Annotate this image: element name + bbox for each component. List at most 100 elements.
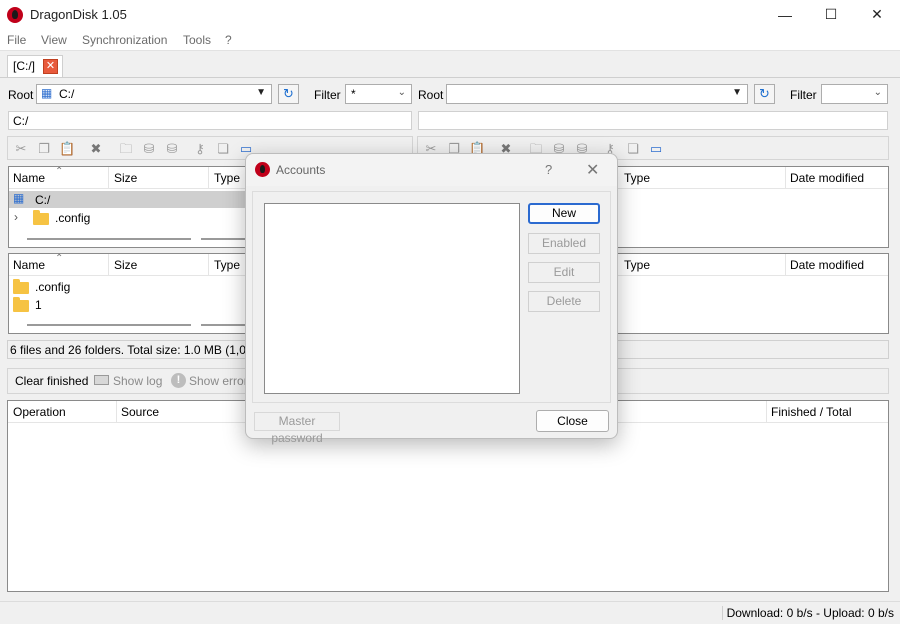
- menu-synchronization[interactable]: Synchronization: [82, 33, 167, 47]
- column-type[interactable]: Type: [214, 171, 240, 185]
- right-refresh-button[interactable]: ↻: [754, 84, 775, 104]
- column-date-modified[interactable]: Date modified: [790, 258, 864, 272]
- tab-close-icon[interactable]: ✕: [43, 59, 58, 74]
- column-separator: [785, 167, 786, 189]
- menu-file[interactable]: File: [7, 33, 26, 47]
- tab-c-drive[interactable]: [C:/] ✕: [7, 55, 63, 77]
- copy-icon[interactable]: ❐: [36, 141, 52, 157]
- sort-up-icon: ⌃: [55, 166, 64, 177]
- chevron-down-icon: ▼: [732, 87, 742, 98]
- folder-icon: [13, 297, 29, 312]
- column-separator: [766, 401, 767, 423]
- menu-help[interactable]: ?: [225, 33, 232, 47]
- accounts-group: New Enabled Edit Delete: [252, 191, 611, 403]
- column-separator: [116, 401, 117, 423]
- menu-tools[interactable]: Tools: [183, 33, 211, 47]
- title-bar: DragonDisk 1.05 — ☐ ✕: [0, 0, 900, 29]
- log-icon: [94, 375, 109, 385]
- maximize-button[interactable]: ☐: [808, 0, 854, 29]
- master-password-button[interactable]: Master password: [254, 412, 340, 445]
- window-icon[interactable]: ▭: [648, 141, 664, 157]
- show-error-button[interactable]: Show error: [189, 374, 248, 388]
- properties-icon[interactable]: ❏: [215, 141, 231, 157]
- tab-label: [C:/]: [13, 59, 36, 73]
- dragon-logo-icon: [7, 7, 23, 23]
- left-filter-select[interactable]: * ⌄: [345, 84, 412, 104]
- folder-icon: [13, 279, 29, 294]
- column-source[interactable]: Source: [121, 405, 159, 419]
- column-name[interactable]: Name: [13, 258, 45, 272]
- right-root-select[interactable]: ▼: [446, 84, 748, 104]
- chevron-down-icon: ⌄: [873, 87, 882, 98]
- left-filter-label: Filter: [314, 88, 341, 102]
- column-type[interactable]: Type: [624, 171, 650, 185]
- column-type[interactable]: Type: [214, 258, 240, 272]
- show-log-button[interactable]: Show log: [113, 374, 162, 388]
- close-window-button[interactable]: ✕: [854, 0, 900, 29]
- dialog-title: Accounts: [276, 163, 326, 177]
- dragon-logo-icon: [255, 162, 270, 177]
- clear-finished-button[interactable]: Clear finished: [15, 374, 88, 388]
- folder-icon: [33, 210, 49, 225]
- list-item-label: 1: [35, 298, 42, 312]
- bucket-icon[interactable]: ⛁: [141, 141, 157, 157]
- column-type[interactable]: Type: [624, 258, 650, 272]
- column-separator: [785, 254, 786, 276]
- column-finished-total[interactable]: Finished / Total: [771, 405, 852, 419]
- help-icon[interactable]: ?: [545, 162, 552, 177]
- delete-button[interactable]: Delete: [528, 291, 600, 312]
- column-separator: [108, 254, 109, 276]
- left-path-field[interactable]: C:/: [8, 111, 412, 130]
- folder-info-text: 6 files and 26 folders. Total size: 1.0 …: [10, 343, 270, 357]
- menu-bar: File View Synchronization Tools ?: [0, 29, 900, 51]
- right-filter-label: Filter: [790, 88, 817, 102]
- tab-divider: [0, 77, 900, 78]
- menu-view[interactable]: View: [41, 33, 67, 47]
- edit-button[interactable]: Edit: [528, 262, 600, 283]
- column-date-modified[interactable]: Date modified: [790, 171, 864, 185]
- tree-row-label: C:/: [35, 193, 51, 207]
- horizontal-scrollbar-track: [201, 238, 251, 240]
- accounts-list[interactable]: [264, 203, 520, 394]
- right-path-field[interactable]: [418, 111, 888, 130]
- expand-arrow-icon[interactable]: ›: [14, 210, 18, 224]
- close-button[interactable]: Close: [536, 410, 609, 432]
- accounts-dialog: Accounts ? ✕ New Enabled Edit Delete Mas…: [245, 153, 618, 445]
- left-root-value: C:/: [59, 87, 75, 101]
- bucket-settings-icon[interactable]: ⛁: [164, 141, 180, 157]
- left-root-label: Root: [8, 88, 34, 102]
- column-name[interactable]: Name: [13, 171, 45, 185]
- column-separator: [108, 167, 109, 189]
- chevron-down-icon: ▼: [256, 87, 266, 98]
- delete-icon[interactable]: ✖: [88, 141, 104, 157]
- right-root-label: Root: [418, 88, 444, 102]
- drive-icon: ▦: [41, 86, 53, 100]
- enabled-button[interactable]: Enabled: [528, 233, 600, 254]
- window-title: DragonDisk 1.05: [30, 7, 127, 22]
- paste-icon[interactable]: 📋: [59, 141, 75, 157]
- column-separator: [208, 254, 209, 276]
- dialog-title-bar: Accounts ? ✕: [246, 154, 617, 186]
- list-item-label: .config: [35, 280, 71, 294]
- column-operation[interactable]: Operation: [13, 405, 66, 419]
- new-account-button[interactable]: New: [528, 203, 600, 224]
- chevron-down-icon: ⌄: [397, 87, 406, 98]
- cut-icon[interactable]: ✂: [13, 141, 29, 157]
- horizontal-scrollbar[interactable]: [27, 324, 191, 326]
- error-icon: !: [171, 373, 186, 388]
- close-icon[interactable]: ✕: [586, 160, 599, 180]
- properties-icon[interactable]: ❏: [625, 141, 641, 157]
- horizontal-scrollbar-track: [201, 324, 251, 326]
- new-folder-icon[interactable]: 🗀: [118, 141, 134, 157]
- minimize-button[interactable]: —: [762, 0, 808, 29]
- transfer-speed-text: Download: 0 b/s - Upload: 0 b/s: [721, 606, 894, 620]
- status-bar: Download: 0 b/s - Upload: 0 b/s: [0, 601, 900, 624]
- left-root-select[interactable]: ▦ C:/ ▼: [36, 84, 272, 104]
- key-icon[interactable]: ⚷: [192, 141, 208, 157]
- column-size[interactable]: Size: [114, 171, 137, 185]
- left-refresh-button[interactable]: ↻: [278, 84, 299, 104]
- left-filter-value: *: [351, 87, 356, 101]
- column-size[interactable]: Size: [114, 258, 137, 272]
- right-filter-select[interactable]: ⌄: [821, 84, 888, 104]
- horizontal-scrollbar[interactable]: [27, 238, 191, 240]
